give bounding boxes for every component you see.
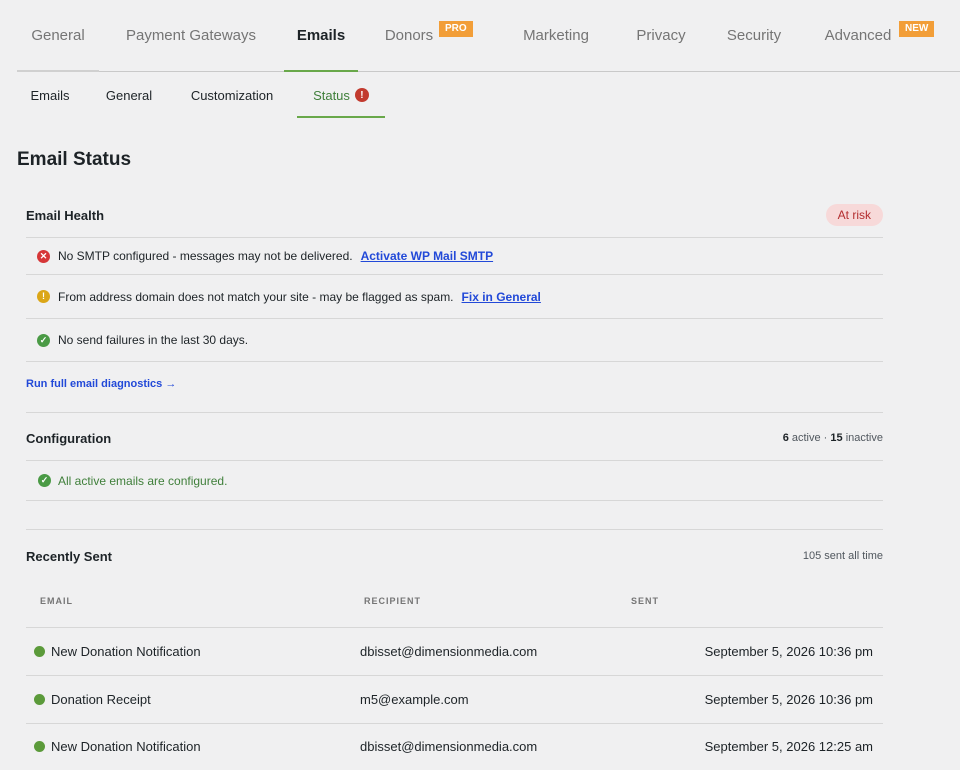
- email-subtabs: Emails General Customization Status !: [17, 72, 960, 119]
- divider: [26, 412, 883, 413]
- column-header-recipient: RECIPIENT: [364, 596, 422, 606]
- error-icon: ✕: [37, 249, 50, 263]
- warning-icon: !: [37, 290, 50, 303]
- column-header-sent: SENT: [631, 596, 660, 606]
- recently-sent-title: Recently Sent: [26, 548, 112, 564]
- divider: [26, 529, 883, 530]
- tab-advanced[interactable]: Advanced: [817, 0, 899, 71]
- email-health-header: Email Health At risk: [26, 203, 883, 227]
- new-badge: NEW: [899, 21, 935, 37]
- subtab-emails[interactable]: Emails: [27, 72, 73, 118]
- recently-sent-header: Recently Sent 105 sent all time: [26, 545, 883, 567]
- tab-marketing[interactable]: Marketing: [512, 0, 600, 71]
- alert-icon: !: [354, 88, 369, 102]
- divider: [26, 361, 883, 362]
- status-badge: At risk: [825, 204, 883, 226]
- table-row[interactable]: New Donation Notification dbisset@dimens…: [26, 723, 883, 770]
- config-status-row: ✓ All active emails are configured.: [26, 461, 883, 500]
- configuration-title: Configuration: [26, 430, 112, 446]
- pro-badge: PRO: [439, 21, 473, 37]
- health-item-failures: ✓ No send failures in the last 30 days.: [26, 319, 883, 361]
- tab-general[interactable]: General: [17, 0, 99, 72]
- health-item-domain: ! From address domain does not match you…: [26, 275, 883, 318]
- check-icon: ✓: [37, 333, 50, 347]
- check-icon: ✓: [38, 474, 51, 487]
- settings-tabs: General Payment Gateways Emails Donors P…: [17, 0, 960, 72]
- run-diagnostics-link[interactable]: Run full email diagnostics →: [26, 378, 176, 390]
- email-status-panel: Email Health At risk ✕ No SMTP configure…: [26, 195, 883, 770]
- tab-donors[interactable]: Donors: [379, 0, 439, 71]
- tab-payment-gateways[interactable]: Payment Gateways: [117, 0, 265, 71]
- status-dot-icon: [34, 646, 45, 657]
- tab-security[interactable]: Security: [717, 0, 791, 71]
- subtab-status[interactable]: Status !: [297, 72, 385, 118]
- activate-smtp-link[interactable]: Activate WP Mail SMTP: [361, 249, 493, 263]
- fix-in-general-link[interactable]: Fix in General: [462, 290, 541, 304]
- status-dot-icon: [34, 694, 45, 705]
- column-header-email: EMAIL: [40, 596, 73, 606]
- subtab-customization[interactable]: Customization: [185, 72, 279, 118]
- sent-total: 105 sent all time: [802, 550, 883, 562]
- email-health-title: Email Health: [26, 207, 105, 223]
- table-row[interactable]: Donation Receipt m5@example.com Septembe…: [26, 676, 883, 723]
- tab-emails[interactable]: Emails: [284, 0, 358, 72]
- tab-privacy[interactable]: Privacy: [623, 0, 699, 71]
- subtab-general[interactable]: General: [99, 72, 159, 118]
- config-counts: 6 active · 15 inactive: [782, 432, 883, 444]
- health-item-smtp: ✕ No SMTP configured - messages may not …: [26, 238, 883, 274]
- configuration-header: Configuration 6 active · 15 inactive: [26, 427, 883, 449]
- divider: [26, 500, 883, 501]
- table-row[interactable]: New Donation Notification dbisset@dimens…: [26, 628, 883, 675]
- status-dot-icon: [34, 741, 45, 752]
- page-title: Email Status: [17, 149, 132, 170]
